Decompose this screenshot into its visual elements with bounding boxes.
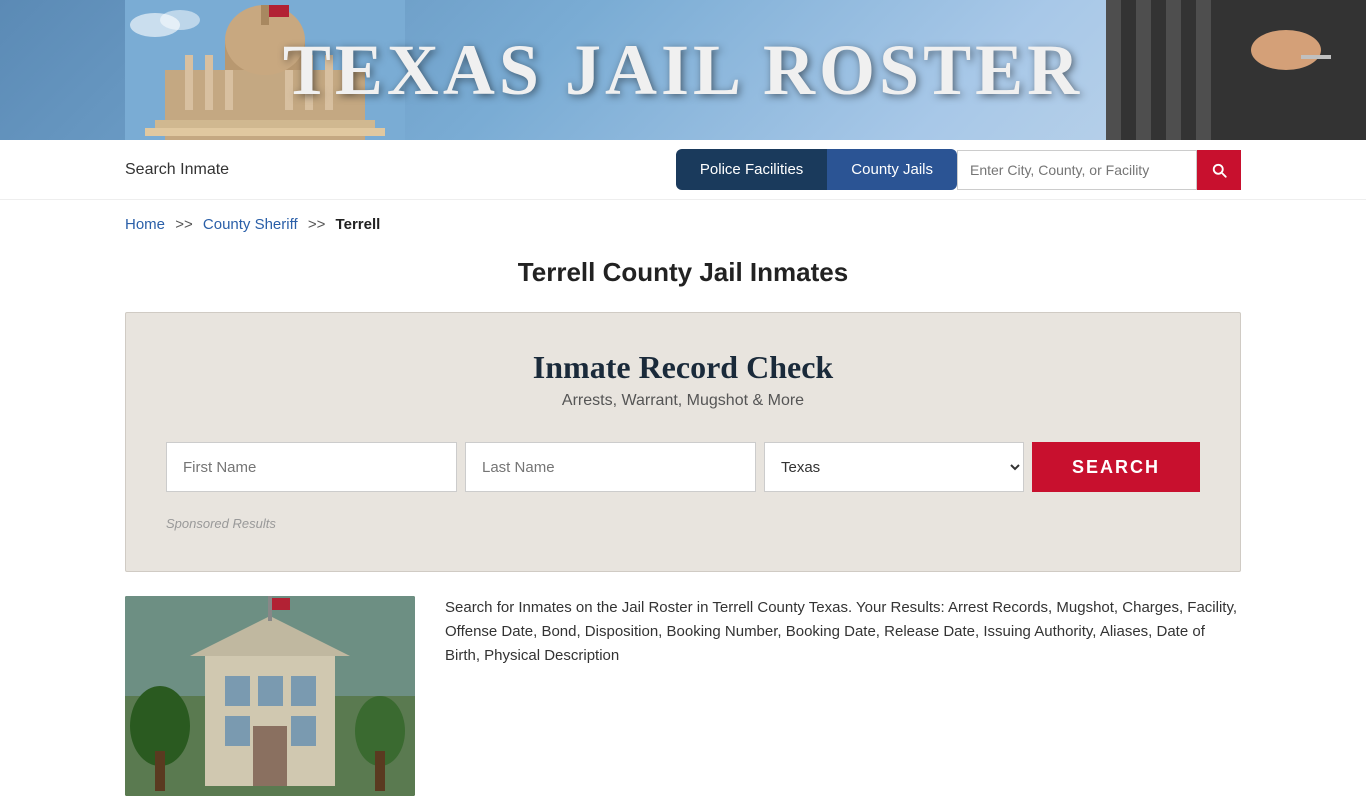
search-inmate-label: Search Inmate xyxy=(125,161,676,179)
bottom-description: Search for Inmates on the Jail Roster in… xyxy=(445,596,1241,668)
breadcrumb-sep1: >> xyxy=(175,216,193,233)
bottom-section: Search for Inmates on the Jail Roster in… xyxy=(0,596,1366,796)
sponsored-label: Sponsored Results xyxy=(166,516,1200,531)
facility-search-input[interactable] xyxy=(957,150,1197,190)
state-select[interactable]: AlabamaAlaskaArizonaArkansasCaliforniaCo… xyxy=(764,442,1024,492)
nav-right: Police Facilities County Jails xyxy=(676,149,1241,190)
breadcrumb-sep2: >> xyxy=(308,216,326,233)
page-title: Terrell County Jail Inmates xyxy=(0,257,1366,288)
first-name-input[interactable] xyxy=(166,442,457,492)
last-name-input[interactable] xyxy=(465,442,756,492)
record-check-subtitle: Arrests, Warrant, Mugshot & More xyxy=(166,392,1200,410)
bottom-image xyxy=(125,596,415,796)
record-search-button[interactable]: SEARCH xyxy=(1032,442,1200,492)
county-jails-button[interactable]: County Jails xyxy=(827,149,957,190)
record-check-title: Inmate Record Check xyxy=(166,349,1200,386)
breadcrumb-home[interactable]: Home xyxy=(125,216,165,233)
banner-title: Texas Jail Roster xyxy=(283,29,1083,112)
record-check-box: Inmate Record Check Arrests, Warrant, Mu… xyxy=(125,312,1241,572)
breadcrumb-county-sheriff[interactable]: County Sheriff xyxy=(203,216,298,233)
facility-search-button[interactable] xyxy=(1197,150,1241,190)
header-banner: Texas Jail Roster xyxy=(0,0,1366,140)
jail-keys-illustration xyxy=(1106,0,1366,140)
nav-bar: Search Inmate Police Facilities County J… xyxy=(0,140,1366,200)
record-check-form: AlabamaAlaskaArizonaArkansasCaliforniaCo… xyxy=(166,442,1200,492)
terrell-county-building xyxy=(125,596,415,796)
breadcrumb-current: Terrell xyxy=(336,216,381,233)
search-icon xyxy=(1210,161,1228,179)
police-facilities-button[interactable]: Police Facilities xyxy=(676,149,827,190)
breadcrumb: Home >> County Sheriff >> Terrell xyxy=(0,200,1366,241)
